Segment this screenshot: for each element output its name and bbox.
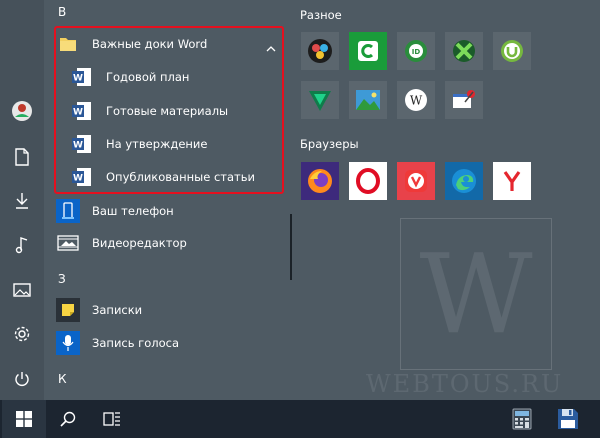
firefox-icon[interactable] — [301, 162, 339, 200]
task-view-icon[interactable] — [90, 400, 134, 438]
app-video-editor[interactable]: Видеоредактор — [56, 228, 286, 258]
music-icon[interactable] — [10, 233, 34, 257]
xnview-icon[interactable] — [445, 32, 483, 70]
yandex-browser-icon[interactable] — [493, 162, 531, 200]
calculator-icon[interactable] — [502, 400, 542, 438]
app-label: Видеоредактор — [92, 236, 187, 250]
floppy-save-icon[interactable] — [548, 400, 588, 438]
download-icon[interactable] — [10, 189, 34, 213]
letter-header-k[interactable]: К — [58, 372, 67, 386]
opera-icon[interactable] — [349, 162, 387, 200]
group-title-misc[interactable]: Разное — [300, 8, 342, 22]
group-title-browsers[interactable]: Браузеры — [300, 137, 359, 151]
folder-highlight-frame — [54, 26, 284, 194]
pictures-icon[interactable] — [10, 278, 34, 302]
app-voice-recorder[interactable]: Запись голоса — [56, 328, 286, 358]
utorrent-icon[interactable] — [493, 32, 531, 70]
app-sticky-notes[interactable]: Записки — [56, 295, 286, 325]
app-label: Ваш телефон — [92, 204, 174, 218]
paint-icon[interactable] — [445, 81, 483, 119]
voice-recorder-icon — [56, 331, 80, 355]
letter-header-z[interactable]: З — [58, 272, 66, 286]
vectorworks-icon[interactable] — [301, 81, 339, 119]
document-icon[interactable] — [10, 145, 34, 169]
app-label: Записки — [92, 303, 143, 317]
webtous-icon[interactable]: W — [397, 81, 435, 119]
user-avatar-icon[interactable] — [10, 99, 34, 123]
app-label: Запись голоса — [92, 336, 180, 350]
letter-header-v[interactable]: В — [58, 5, 66, 19]
edge-icon[interactable] — [445, 162, 483, 200]
video-editor-icon — [56, 231, 80, 255]
settings-icon[interactable] — [10, 322, 34, 346]
idm-icon[interactable]: ID — [397, 32, 435, 70]
camtasia-icon[interactable] — [349, 32, 387, 70]
vivaldi-icon[interactable] — [397, 162, 435, 200]
sticky-notes-icon — [56, 298, 80, 322]
app-list-scrollbar[interactable] — [290, 214, 292, 280]
watermark-text: WEBTOUS.RU — [366, 370, 564, 398]
svg-text:W: W — [410, 94, 423, 108]
davinci-resolve-icon[interactable] — [301, 32, 339, 70]
watermark-logo: W — [400, 218, 552, 370]
power-icon[interactable] — [10, 367, 34, 391]
svg-text:ID: ID — [412, 48, 421, 56]
your-phone-icon — [56, 199, 80, 223]
start-rail — [0, 0, 44, 400]
landscape-image-icon[interactable] — [349, 81, 387, 119]
windows-start-icon[interactable] — [2, 400, 46, 438]
search-icon[interactable] — [46, 400, 90, 438]
app-your-phone[interactable]: Ваш телефон — [56, 196, 286, 226]
taskbar — [0, 400, 600, 438]
watermark-letter: W — [419, 230, 533, 358]
